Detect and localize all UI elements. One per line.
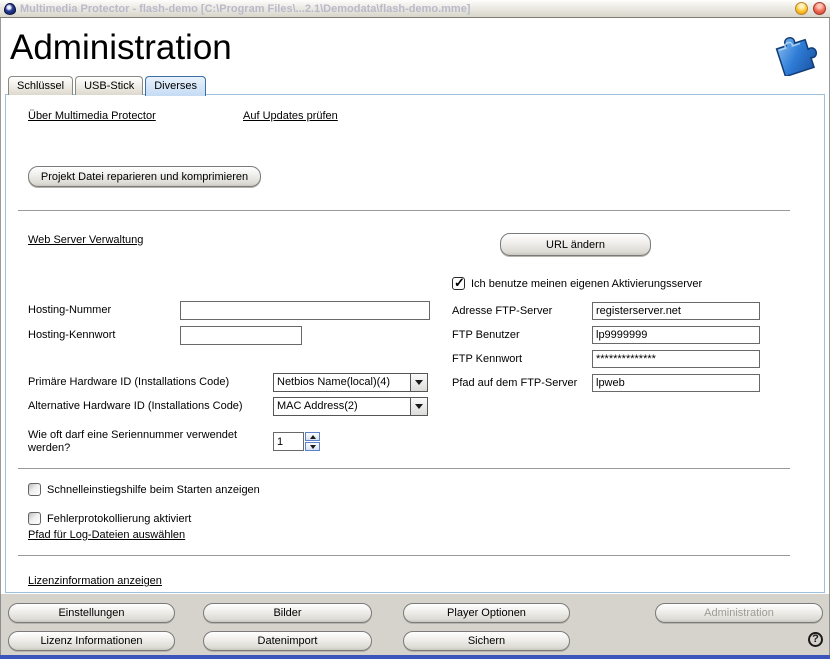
ftp-path-label: Pfad auf dem FTP-Server	[452, 377, 577, 389]
hosting-number-label: Hosting-Nummer	[28, 304, 111, 316]
divider	[18, 555, 790, 556]
bottom-button-bar: Einstellungen Bilder Player Optionen Adm…	[0, 594, 830, 659]
divider	[18, 210, 790, 211]
administration-button: Administration	[655, 603, 823, 623]
check-updates-link[interactable]: Auf Updates prüfen	[243, 110, 338, 122]
change-url-button[interactable]: URL ändern	[500, 233, 651, 256]
app-icon	[4, 3, 16, 15]
title-bar: Multimedia Protector - flash-demo [C:\Pr…	[0, 0, 830, 18]
alternative-hwid-value: MAC Address(2)	[274, 398, 410, 415]
error-logging-label: Fehlerprotokollierung aktiviert	[47, 513, 191, 525]
ftp-user-input[interactable]	[592, 326, 760, 344]
ftp-address-input[interactable]	[592, 302, 760, 320]
hosting-password-label: Hosting-Kennwort	[28, 329, 115, 341]
hosting-password-input[interactable]	[180, 326, 302, 345]
serial-usage-stepper	[305, 432, 320, 451]
chevron-down-icon[interactable]	[410, 398, 427, 415]
divider	[18, 468, 790, 469]
save-button[interactable]: Sichern	[403, 631, 570, 651]
window-title: Multimedia Protector - flash-demo [C:\Pr…	[20, 3, 790, 15]
own-activation-server-checkbox[interactable]: ✓	[452, 277, 465, 290]
settings-button[interactable]: Einstellungen	[8, 603, 175, 623]
repair-compress-button[interactable]: Projekt Datei reparieren und komprimiere…	[28, 166, 261, 187]
license-info-link[interactable]: Lizenzinformation anzeigen	[28, 575, 162, 587]
ftp-user-label: FTP Benutzer	[452, 329, 520, 341]
puzzle-icon	[764, 26, 822, 76]
tab-diverses[interactable]: Diverses	[145, 76, 206, 96]
minimize-icon[interactable]	[795, 2, 808, 15]
tab-schluessel[interactable]: Schlüssel	[8, 76, 73, 95]
alternative-hwid-label: Alternative Hardware ID (Installations C…	[28, 400, 243, 412]
webserver-admin-link[interactable]: Web Server Verwaltung	[28, 234, 143, 246]
primary-hwid-value: Netbios Name(local)(4)	[274, 374, 410, 391]
player-options-button[interactable]: Player Optionen	[403, 603, 570, 623]
data-import-button[interactable]: Datenimport	[203, 631, 372, 651]
ftp-password-input[interactable]	[592, 350, 760, 368]
spin-down-icon[interactable]	[305, 442, 320, 451]
quickstart-help-label: Schnelleinstiegshilfe beim Starten anzei…	[47, 484, 260, 496]
help-icon[interactable]: ?	[808, 632, 823, 647]
alternative-hwid-select[interactable]: MAC Address(2)	[273, 397, 428, 416]
ftp-path-input[interactable]	[592, 374, 760, 392]
ftp-address-label: Adresse FTP-Server	[452, 305, 552, 317]
license-informations-button[interactable]: Lizenz Informationen	[8, 631, 175, 651]
primary-hwid-label: Primäre Hardware ID (Installations Code)	[28, 376, 229, 388]
error-logging-checkbox[interactable]	[28, 512, 41, 525]
tab-usb-stick[interactable]: USB-Stick	[75, 76, 143, 95]
ftp-password-label: FTP Kennwort	[452, 353, 522, 365]
tab-strip: Schlüssel USB-Stick Diverses	[8, 76, 206, 96]
quickstart-help-checkbox[interactable]	[28, 483, 41, 496]
serial-usage-label: Wie oft darf eine Seriennummer verwendet…	[28, 429, 273, 455]
primary-hwid-select[interactable]: Netbios Name(local)(4)	[273, 373, 428, 392]
spin-up-icon[interactable]	[305, 432, 320, 441]
page-title: Administration	[10, 28, 232, 68]
about-link[interactable]: Über Multimedia Protector	[28, 110, 156, 122]
own-activation-server-label: Ich benutze meinen eigenen Aktivierungss…	[471, 278, 702, 290]
log-path-link[interactable]: Pfad für Log-Dateien auswählen	[28, 529, 185, 541]
app-window: Multimedia Protector - flash-demo [C:\Pr…	[0, 0, 830, 659]
hosting-number-input[interactable]	[180, 301, 430, 320]
check-icon: ✓	[454, 275, 465, 291]
close-icon[interactable]	[813, 2, 826, 15]
chevron-down-icon[interactable]	[410, 374, 427, 391]
images-button[interactable]: Bilder	[203, 603, 372, 623]
serial-usage-input[interactable]	[273, 432, 304, 451]
